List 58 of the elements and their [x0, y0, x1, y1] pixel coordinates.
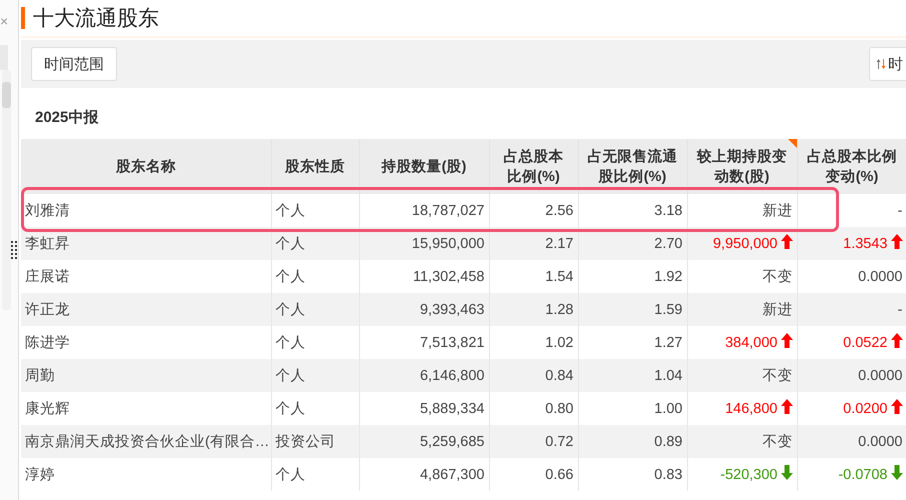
table-cell: 9,393,463 — [359, 293, 489, 326]
table-cell: 南京鼎润天成投资合伙企业(有限合… — [21, 425, 271, 458]
period-label: 2025中报 — [34, 108, 100, 128]
arrow-up-icon — [780, 333, 792, 348]
table-cell: 6,146,800 — [359, 359, 489, 392]
table-cell: 个人 — [271, 293, 359, 326]
table-cell: 0.83 — [578, 458, 687, 491]
column-header[interactable]: 持股数量(股) — [359, 139, 489, 194]
table-cell: - — [797, 293, 906, 326]
table-cell: 0.0000 — [797, 425, 906, 458]
drag-handle-icon[interactable] — [11, 241, 17, 259]
table-cell: 9,950,000 — [687, 227, 797, 260]
column-header[interactable]: 占无限售流通股比例(%) — [578, 139, 687, 194]
table-cell: 个人 — [271, 227, 359, 260]
column-header[interactable]: 占总股本比例变动(%) — [797, 139, 906, 194]
table-cell: 4,867,300 — [359, 458, 489, 491]
column-header[interactable]: 较上期持股变动数(股) — [687, 139, 797, 194]
sort-button[interactable]: 时 — [869, 47, 906, 81]
time-range-button[interactable]: 时间范围 — [31, 47, 117, 81]
table-cell: 0.84 — [489, 359, 578, 392]
table-cell: 15,950,000 — [359, 227, 489, 260]
table-cell: 1.3543 — [797, 227, 906, 260]
table-cell: 李虹昇 — [21, 227, 271, 260]
column-header[interactable]: 占总股本比例(%) — [489, 139, 578, 194]
table-cell: 1.28 — [489, 293, 578, 326]
table-cell: 1.04 — [578, 359, 687, 392]
arrow-down-icon — [890, 465, 902, 480]
table-cell: 不变 — [687, 359, 797, 392]
column-header[interactable]: 股东名称 — [21, 139, 271, 194]
table-cell: 淳婷 — [21, 458, 271, 491]
scrollbar-thumb[interactable] — [2, 82, 11, 108]
table-cell: 2.70 — [578, 227, 687, 260]
table-cell: 2.17 — [489, 227, 578, 260]
table-cell: 0.66 — [489, 458, 578, 491]
table-cell: 0.89 — [578, 425, 687, 458]
table-cell: 个人 — [271, 359, 359, 392]
arrow-up-icon — [890, 234, 902, 249]
column-header[interactable]: 股东性质 — [271, 139, 359, 194]
table-cell: -520,300 — [687, 458, 797, 491]
table-cell: 新进 — [687, 293, 797, 326]
arrow-up-icon — [780, 399, 792, 414]
arrow-down-icon — [780, 465, 792, 480]
arrow-up-icon — [780, 234, 792, 249]
table-cell: 许正龙 — [21, 293, 271, 326]
table-cell: 1.59 — [578, 293, 687, 326]
arrow-up-icon — [890, 399, 902, 414]
table-cell: 5,259,685 — [359, 425, 489, 458]
table-cell: 投资公司 — [271, 425, 359, 458]
section-title: 十大流通股东 — [33, 6, 159, 32]
arrow-up-icon — [890, 333, 902, 348]
table-cell: -0.0708 — [797, 458, 906, 491]
sort-icon — [876, 58, 886, 70]
table-cell: 不变 — [687, 425, 797, 458]
table-cell: 个人 — [271, 458, 359, 491]
title-accent-bar — [21, 7, 25, 29]
table-cell: 0.0000 — [797, 359, 906, 392]
table-cell: 0.72 — [489, 425, 578, 458]
table-cell: 周勤 — [21, 359, 271, 392]
